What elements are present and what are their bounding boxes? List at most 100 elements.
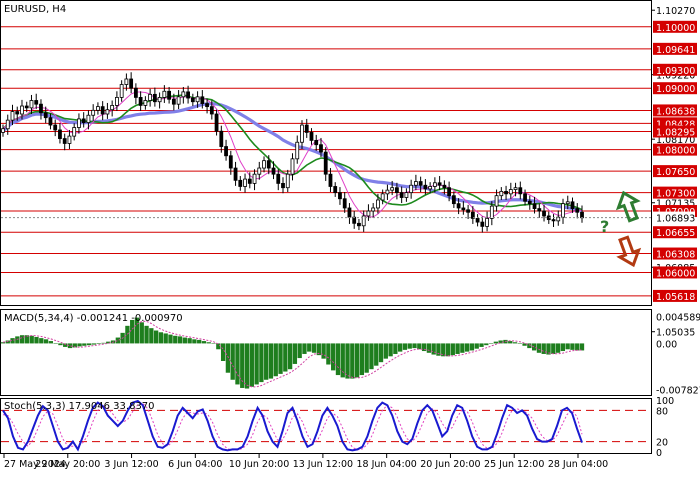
macd-bar xyxy=(82,343,87,346)
level-label: 1.07650 xyxy=(656,167,695,178)
candle-body xyxy=(527,200,532,205)
candle-body xyxy=(575,208,580,213)
macd-bar xyxy=(48,341,54,344)
candle-body xyxy=(162,90,167,98)
macd-histogram xyxy=(0,317,585,389)
chart: EURUSD, H4 ? 1.102701.092201.081701.0713… xyxy=(0,0,700,470)
macd-bar xyxy=(173,335,178,344)
macd-bar xyxy=(283,343,288,372)
macd-bar xyxy=(268,343,274,379)
macd-bar xyxy=(555,343,561,353)
macd-bar xyxy=(86,343,92,346)
macd-bar xyxy=(326,343,331,365)
macd-bar xyxy=(163,333,168,344)
candle-body xyxy=(247,178,252,184)
macd-bar xyxy=(287,343,293,370)
macd-panel: MACD(5,34,4) -0.001241 -0.000970 xyxy=(0,309,652,396)
macd-bar xyxy=(398,343,403,352)
candle-body xyxy=(276,173,281,184)
candle-body xyxy=(167,90,172,100)
macd-bar xyxy=(206,342,211,344)
candle-body xyxy=(475,218,480,223)
macd-bar xyxy=(182,337,187,344)
candle-body xyxy=(499,190,504,197)
candle-body xyxy=(390,187,395,191)
candle-body xyxy=(504,190,508,195)
macd-bar xyxy=(445,343,451,357)
macd-bar xyxy=(369,343,374,370)
candle-body xyxy=(39,103,43,114)
x-tick-label: 3 Jun 12:00 xyxy=(104,459,158,470)
macd-bar xyxy=(551,343,556,354)
macd-bar xyxy=(488,343,494,344)
candle-body xyxy=(124,78,129,85)
candle-body xyxy=(43,112,48,119)
macd-bar xyxy=(39,338,44,344)
stoch-y-tick-label: 100 xyxy=(656,396,674,407)
forecast-annotation: ? xyxy=(600,217,609,236)
macd-bar xyxy=(91,343,97,345)
candle-body xyxy=(67,135,72,144)
macd-bar xyxy=(407,343,412,349)
x-tick-label: 29 May 20:00 xyxy=(35,459,100,470)
macd-bar xyxy=(565,343,570,350)
macd-bar xyxy=(393,343,398,354)
macd-bar xyxy=(378,343,384,363)
level-label: 1.10000 xyxy=(656,23,695,34)
candle-body xyxy=(480,221,485,227)
x-tick-label: 13 Jun 12:00 xyxy=(293,459,353,470)
candle-body xyxy=(190,97,195,103)
candle-body xyxy=(413,181,418,186)
macd-bar xyxy=(383,343,388,359)
candle-body xyxy=(281,182,285,189)
macd-bar xyxy=(34,336,39,344)
candle-body xyxy=(523,193,527,202)
candle-body xyxy=(494,195,499,207)
macd-bar xyxy=(273,343,278,377)
macd-signal-line xyxy=(2,320,583,388)
candle-body xyxy=(266,160,271,169)
candle-body xyxy=(542,210,546,217)
macd-bar xyxy=(560,343,566,352)
candle-body xyxy=(580,211,584,219)
candle-body xyxy=(62,138,67,144)
candle-body xyxy=(437,182,442,186)
macd-bar xyxy=(302,343,307,354)
macd-bar xyxy=(307,343,312,352)
candle-body xyxy=(86,114,91,123)
macd-bar xyxy=(264,343,269,380)
level-label: 1.05618 xyxy=(656,292,695,303)
candle-body xyxy=(285,173,290,189)
current-price-tag: 1.06893 xyxy=(653,211,695,225)
candle-body xyxy=(209,106,214,115)
x-tick-label: 10 Jun 20:00 xyxy=(229,459,289,470)
x-tick-label: 18 Jun 04:00 xyxy=(356,459,416,470)
candle-body xyxy=(143,100,148,106)
macd-bar xyxy=(479,343,484,347)
candle-body xyxy=(119,84,124,98)
macd-bar xyxy=(254,343,259,385)
candle-body xyxy=(342,198,347,209)
candle-body xyxy=(228,155,233,169)
candle-body xyxy=(24,105,29,109)
x-tick-label: 25 Jun 12:00 xyxy=(484,459,544,470)
macd-bar xyxy=(225,343,231,373)
main-panel: EURUSD, H4 ? xyxy=(0,0,652,306)
candle-body xyxy=(176,96,181,105)
macd-bar xyxy=(192,339,197,344)
candle-body xyxy=(257,167,262,175)
chart-title: EURUSD, H4 xyxy=(4,4,66,15)
macd-bar xyxy=(412,343,417,349)
candle-body xyxy=(138,97,143,106)
candle-body xyxy=(100,106,105,115)
candle-body xyxy=(357,222,361,227)
macd-bar xyxy=(527,343,532,349)
candle-body xyxy=(133,87,138,98)
level-label: 1.09641 xyxy=(656,45,695,56)
candle-body xyxy=(399,192,404,198)
macd-bar xyxy=(345,343,350,379)
candle-body xyxy=(48,117,53,126)
macd-bar xyxy=(575,343,580,351)
candle-body xyxy=(376,199,380,209)
candle-body xyxy=(10,111,15,121)
